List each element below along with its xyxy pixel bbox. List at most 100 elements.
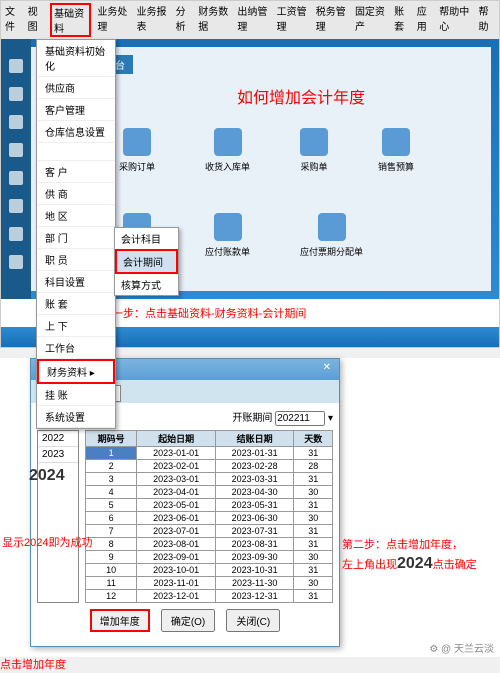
sidebar-icon[interactable] xyxy=(9,199,23,213)
menu-2[interactable]: 基础资料 xyxy=(50,3,91,37)
close-button[interactable]: 关闭(C) xyxy=(226,609,280,632)
menu-11[interactable]: 账套 xyxy=(394,3,411,37)
table-row[interactable]: 82023-08-012023-08-3131 xyxy=(86,538,333,551)
cell: 31 xyxy=(294,499,333,512)
cell: 2 xyxy=(86,460,137,473)
dialog-buttons: 增加年度 确定(O) 关闭(C) xyxy=(37,603,333,640)
table-row[interactable]: 22023-02-012023-02-2828 xyxy=(86,460,333,473)
grid-item[interactable]: 销售预算 xyxy=(378,128,414,173)
dropdown-item[interactable]: 账 套 xyxy=(37,293,115,315)
dropdown-item[interactable]: 工作台 xyxy=(37,337,115,359)
note-step2-year: 2024 xyxy=(397,555,433,572)
menu-7[interactable]: 出纳管理 xyxy=(237,3,270,37)
table-row[interactable]: 102023-10-012023-10-3131 xyxy=(86,564,333,577)
table-row[interactable]: 122023-12-012023-12-3131 xyxy=(86,590,333,603)
begin-period-input[interactable] xyxy=(275,411,325,426)
year-item[interactable]: 2022 xyxy=(38,431,78,447)
table-row[interactable]: 32023-03-012023-03-3131 xyxy=(86,473,333,486)
note-step2-line2a: 左上角出现 xyxy=(342,559,397,571)
dropdown-item[interactable]: 供应商 xyxy=(37,77,115,99)
menu-9[interactable]: 税务管理 xyxy=(316,3,349,37)
cell: 12 xyxy=(86,590,137,603)
dropdown-item[interactable]: 仓库信息设置 xyxy=(37,121,115,143)
main-app-screenshot: 文件视图基础资料业务处理业务报表分析财务数据出纳管理工资管理税务管理固定资产账套… xyxy=(0,0,500,348)
sidebar-icon[interactable] xyxy=(9,59,23,73)
grid-icon xyxy=(214,213,242,241)
menu-4[interactable]: 业务报表 xyxy=(137,3,170,37)
menu-6[interactable]: 财务数据 xyxy=(198,3,231,37)
dropdown-item[interactable]: 上 下 xyxy=(37,315,115,337)
menu-14[interactable]: 帮助 xyxy=(478,3,495,37)
note-add-year: 点击增加年度 xyxy=(0,658,66,673)
sidebar-icon[interactable] xyxy=(9,143,23,157)
cell: 2023-02-28 xyxy=(215,460,294,473)
add-year-button[interactable]: 增加年度 xyxy=(90,609,150,632)
dialog-body: 开账期间 ▾ 20222023 期码号起始日期结账日期天数12023-01-01… xyxy=(31,403,339,646)
cell: 31 xyxy=(294,473,333,486)
menu-13[interactable]: 帮助中心 xyxy=(439,3,472,37)
dropdown-item[interactable]: 职 员 xyxy=(37,249,115,271)
note-step2-line2b: 点击确定 xyxy=(433,559,477,571)
cell: 3 xyxy=(86,473,137,486)
dropdown-item[interactable]: 地 区 xyxy=(37,205,115,227)
menu-1[interactable]: 视图 xyxy=(28,3,45,37)
cell: 2023-01-31 xyxy=(215,447,294,460)
watermark: ⚙ @ 天兰云淡 xyxy=(429,640,494,655)
table-row[interactable]: 42023-04-012023-04-3030 xyxy=(86,486,333,499)
sidebar-icon[interactable] xyxy=(9,171,23,185)
cell: 2023-11-30 xyxy=(215,577,294,590)
cell: 1 xyxy=(86,447,137,460)
table-row[interactable]: 12023-01-012023-01-3131 xyxy=(86,447,333,460)
submenu-item[interactable]: 会计期间 xyxy=(115,249,178,274)
dropdown-item[interactable]: 财务资料 ▸ xyxy=(37,359,115,384)
menu-5[interactable]: 分析 xyxy=(176,3,193,37)
cell: 30 xyxy=(294,577,333,590)
dropdown-item[interactable]: 客 户 xyxy=(37,161,115,183)
cell: 2023-04-30 xyxy=(215,486,294,499)
dropdown-item[interactable]: 供 商 xyxy=(37,183,115,205)
dropdown-item[interactable]: 客户管理 xyxy=(37,99,115,121)
table-row[interactable]: 52023-05-012023-05-3131 xyxy=(86,499,333,512)
sidebar-icon[interactable] xyxy=(9,115,23,129)
submenu-item[interactable]: 会计科目 xyxy=(115,228,178,249)
dropdown-item[interactable]: 部 门 xyxy=(37,227,115,249)
grid-icon xyxy=(214,128,242,156)
col-header: 结账日期 xyxy=(215,431,294,447)
close-icon[interactable]: ✕ xyxy=(323,362,331,377)
ok-button[interactable]: 确定(O) xyxy=(161,609,215,632)
menu-3[interactable]: 业务处理 xyxy=(97,3,130,37)
sidebar-icon[interactable] xyxy=(9,255,23,269)
table-row[interactable]: 72023-07-012023-07-3131 xyxy=(86,525,333,538)
dropdown-item[interactable]: 挂 账 xyxy=(37,384,115,406)
table-row[interactable]: 62023-06-012023-06-3030 xyxy=(86,512,333,525)
grid-item[interactable]: 应付票期分配单 xyxy=(300,213,363,258)
sidebar-icon[interactable] xyxy=(9,87,23,101)
dropdown-item[interactable]: 科目设置 xyxy=(37,271,115,293)
cell: 31 xyxy=(294,525,333,538)
cell: 4 xyxy=(86,486,137,499)
cell: 2023-01-01 xyxy=(137,447,216,460)
year-item[interactable]: 2023 xyxy=(38,447,78,463)
menu-8[interactable]: 工资管理 xyxy=(277,3,310,37)
menu-10[interactable]: 固定资产 xyxy=(355,3,388,37)
grid-item[interactable]: 应付账款单 xyxy=(205,213,250,258)
dropdown-item[interactable] xyxy=(37,143,115,161)
grid-label: 应付账款单 xyxy=(205,245,250,258)
cell: 2023-05-01 xyxy=(137,499,216,512)
cell: 30 xyxy=(294,512,333,525)
dropdown-item[interactable]: 系统设置 xyxy=(37,406,115,428)
grid-label: 应付票期分配单 xyxy=(300,245,363,258)
submenu: 会计科目会计期间核算方式 xyxy=(114,227,179,296)
cell: 2023-05-31 xyxy=(215,499,294,512)
menu-0[interactable]: 文件 xyxy=(5,3,22,37)
menu-12[interactable]: 应用 xyxy=(417,3,434,37)
grid-item[interactable]: 收货入库单 xyxy=(205,128,250,173)
grid-icon xyxy=(318,213,346,241)
cell: 2023-12-01 xyxy=(137,590,216,603)
grid-item[interactable]: 采购订单 xyxy=(119,128,155,173)
sidebar-icon[interactable] xyxy=(9,227,23,241)
table-row[interactable]: 112023-11-012023-11-3030 xyxy=(86,577,333,590)
table-row[interactable]: 92023-09-012023-09-3030 xyxy=(86,551,333,564)
submenu-item[interactable]: 核算方式 xyxy=(115,274,178,295)
grid-item[interactable]: 采购单 xyxy=(300,128,328,173)
